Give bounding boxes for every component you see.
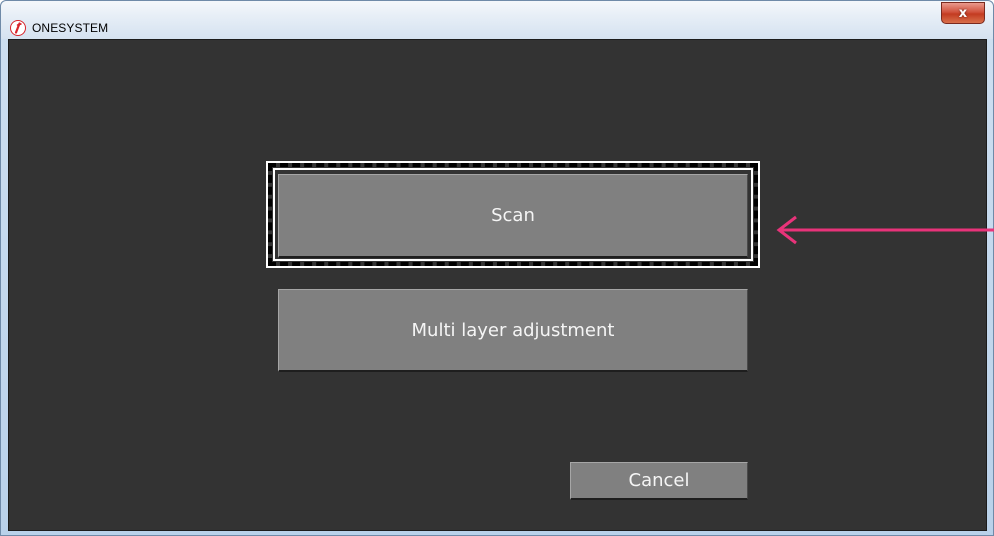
multi-layer-adjustment-button[interactable]: Multi layer adjustment bbox=[278, 289, 748, 372]
close-button[interactable]: x bbox=[941, 2, 985, 24]
scan-button[interactable]: Scan bbox=[278, 174, 748, 258]
multi-layer-adjustment-label: Multi layer adjustment bbox=[411, 319, 615, 341]
arrow-left-icon bbox=[776, 215, 994, 245]
dialog-body bbox=[8, 39, 987, 531]
scan-button-label: Scan bbox=[491, 205, 535, 226]
app-window: ONESYSTEM x bbox=[0, 0, 994, 536]
title-bar[interactable]: ONESYSTEM x bbox=[1, 1, 993, 39]
onesystem-logo-icon bbox=[10, 20, 26, 36]
close-icon: x bbox=[958, 5, 968, 21]
cancel-button[interactable]: Cancel bbox=[570, 462, 748, 500]
window-title: ONESYSTEM bbox=[32, 21, 109, 35]
cancel-button-label: Cancel bbox=[628, 470, 690, 491]
